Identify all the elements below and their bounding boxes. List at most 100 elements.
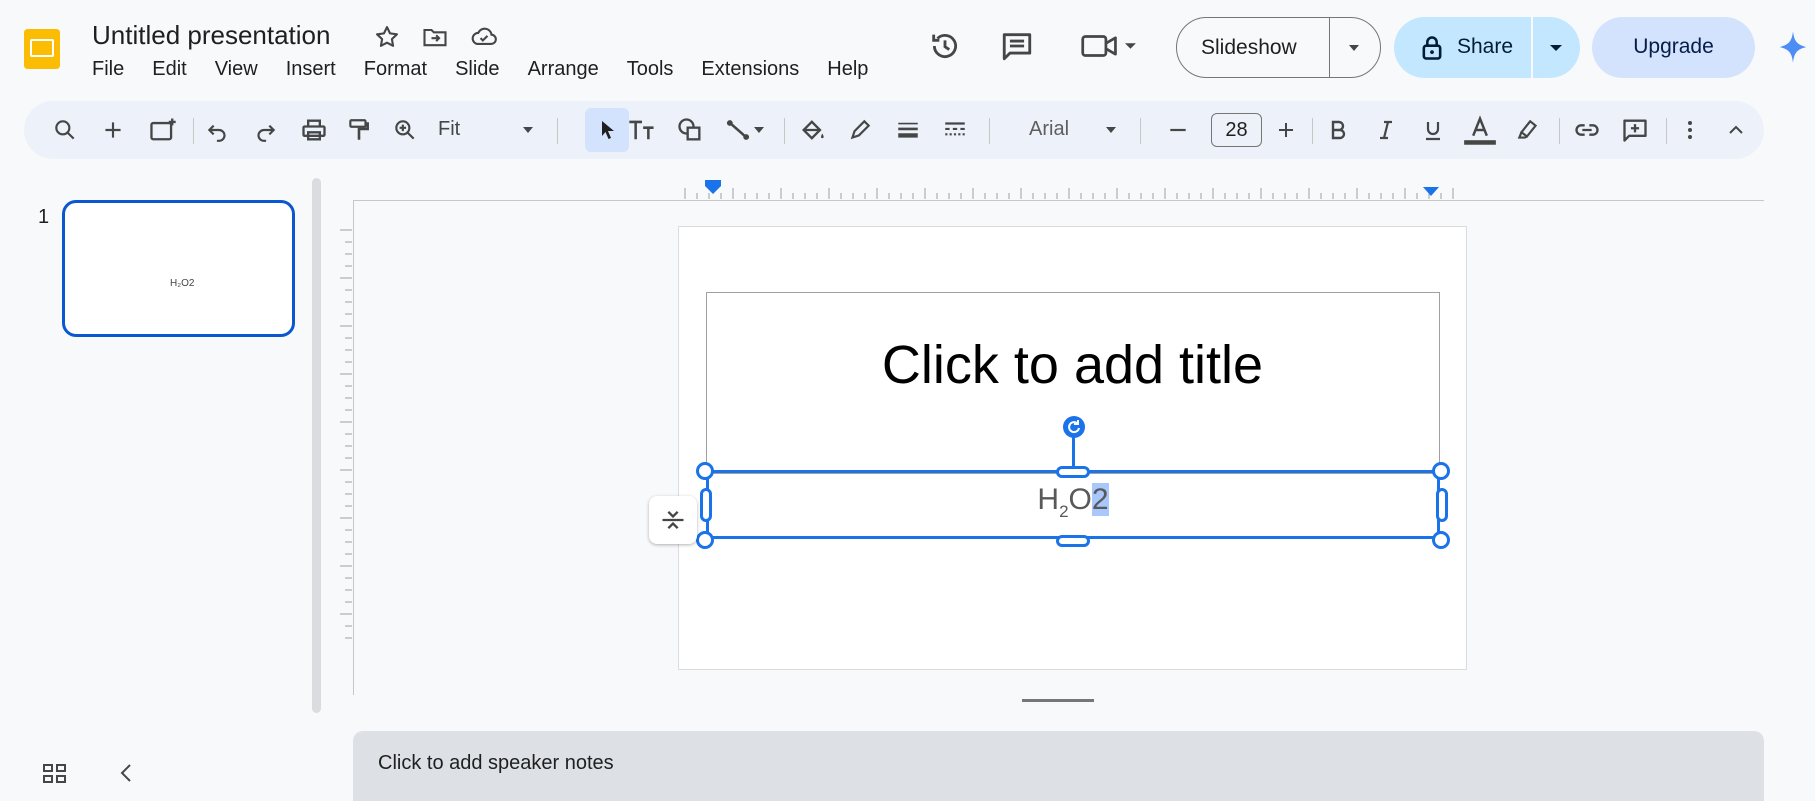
resize-handle-top[interactable] [1056, 466, 1090, 478]
version-history-icon[interactable] [928, 29, 962, 63]
title-placeholder-text[interactable]: Click to add title [679, 334, 1466, 396]
select-tool-button[interactable] [585, 108, 629, 152]
slide-canvas[interactable]: Click to add title H2O2 [678, 226, 1467, 670]
increase-font-size-icon[interactable] [1274, 116, 1298, 144]
zoom-select[interactable]: Fit [438, 118, 460, 141]
cursor-arrow-icon [596, 117, 620, 143]
zoom-icon[interactable] [392, 116, 418, 144]
slideshow-divider [1329, 18, 1330, 77]
menu-slide[interactable]: Slide [441, 56, 513, 83]
grid-view-icon[interactable] [43, 763, 67, 785]
meet-camera-icon[interactable] [1080, 29, 1140, 63]
slide-number: 1 [38, 206, 50, 228]
rotate-stem [1072, 435, 1075, 470]
subtitle-text[interactable]: H2O2 [709, 483, 1437, 522]
highlight-color-icon[interactable] [1515, 116, 1541, 144]
speaker-notes-panel[interactable]: Click to add speaker notes [353, 731, 1764, 801]
menu-view[interactable]: View [201, 56, 272, 83]
bold-icon[interactable] [1326, 116, 1350, 144]
menu-file[interactable]: File [80, 56, 138, 83]
search-menus-icon[interactable] [52, 116, 78, 144]
slideshow-label: Slideshow [1201, 36, 1297, 59]
resize-handle-top-right[interactable] [1432, 462, 1450, 480]
menu-bar: File Edit View Insert Format Slide Arran… [80, 56, 882, 83]
share-button[interactable]: Share [1394, 17, 1580, 78]
line-icon[interactable] [724, 116, 752, 144]
subtitle-subscript: 2 [1059, 502, 1069, 521]
decrease-font-size-icon[interactable] [1167, 116, 1189, 144]
upgrade-label: Upgrade [1633, 35, 1714, 58]
print-icon[interactable] [300, 116, 328, 144]
subtitle-text-box[interactable]: H2O2 [706, 470, 1440, 539]
document-title[interactable]: Untitled presentation [92, 20, 330, 51]
line-dropdown-icon[interactable] [752, 125, 766, 135]
font-dropdown-icon[interactable] [1104, 125, 1118, 135]
main-toolbar: Fit Arial 28 [24, 101, 1764, 159]
resize-handle-top-left[interactable] [696, 462, 714, 480]
menu-insert[interactable]: Insert [272, 56, 350, 83]
zoom-dropdown-icon[interactable] [521, 125, 535, 135]
resize-handle-bottom-right[interactable] [1432, 531, 1450, 549]
border-weight-icon[interactable] [895, 116, 921, 144]
vertical-align-button[interactable] [649, 496, 697, 544]
comments-icon[interactable] [1000, 29, 1034, 63]
subtitle-o: O [1068, 483, 1092, 516]
menu-help[interactable]: Help [813, 56, 882, 83]
shape-icon[interactable] [676, 116, 704, 144]
insert-link-icon[interactable] [1573, 116, 1601, 144]
upgrade-button[interactable]: Upgrade [1592, 17, 1755, 78]
resize-handle-right[interactable] [1436, 488, 1448, 522]
font-family-select[interactable]: Arial [1029, 118, 1069, 141]
fill-color-icon[interactable] [799, 116, 827, 144]
share-label: Share [1457, 35, 1514, 58]
collapse-toolbar-icon[interactable] [1724, 116, 1748, 144]
toolbar-separator [557, 118, 558, 144]
toolbar-separator [193, 118, 194, 144]
move-to-folder-icon[interactable] [421, 23, 449, 51]
app-header: Untitled presentation File Edit View Ins… [0, 0, 1815, 96]
undo-icon[interactable] [205, 116, 231, 144]
slides-logo-icon[interactable] [22, 27, 62, 71]
new-slide-icon[interactable] [100, 116, 126, 144]
menu-arrange[interactable]: Arrange [514, 56, 613, 83]
notes-resize-handle[interactable] [1022, 699, 1094, 702]
rotate-handle[interactable] [1063, 416, 1085, 438]
toolbar-separator [784, 118, 785, 144]
subtitle-h: H [1037, 483, 1060, 516]
italic-icon[interactable] [1374, 116, 1398, 144]
add-comment-icon[interactable] [1621, 116, 1649, 144]
paint-format-icon[interactable] [346, 116, 372, 144]
share-dropdown-icon[interactable] [1548, 42, 1564, 54]
horizontal-ruler [684, 180, 1454, 199]
cloud-saved-icon[interactable] [469, 23, 497, 51]
text-color-icon[interactable] [1463, 113, 1497, 147]
star-icon[interactable] [373, 23, 401, 51]
slideshow-dropdown-icon[interactable] [1347, 42, 1361, 54]
toolbar-separator [1559, 118, 1560, 144]
border-dash-icon[interactable] [942, 116, 968, 144]
gemini-sparkle-icon[interactable] [1778, 30, 1808, 64]
resize-handle-bottom[interactable] [1056, 535, 1090, 547]
new-slide-with-layout-icon[interactable] [148, 116, 178, 144]
resize-handle-bottom-left[interactable] [696, 531, 714, 549]
menu-extensions[interactable]: Extensions [687, 56, 813, 83]
menu-tools[interactable]: Tools [613, 56, 688, 83]
border-color-icon[interactable] [847, 116, 873, 144]
redo-icon[interactable] [252, 116, 278, 144]
toolbar-separator [1312, 118, 1313, 144]
slideshow-button[interactable]: Slideshow [1176, 17, 1381, 78]
underline-icon[interactable] [1421, 116, 1445, 144]
toolbar-separator [1140, 118, 1141, 144]
more-options-icon[interactable] [1678, 116, 1702, 144]
slide-thumbnail[interactable]: H₂O2 [62, 200, 295, 337]
thumbnail-text: H₂O2 [170, 278, 195, 289]
font-size-input[interactable]: 28 [1211, 113, 1262, 147]
menu-edit[interactable]: Edit [138, 56, 200, 83]
speaker-notes-placeholder[interactable]: Click to add speaker notes [378, 752, 614, 775]
filmstrip-scrollbar[interactable] [312, 178, 321, 713]
menu-format[interactable]: Format [350, 56, 441, 83]
resize-handle-left[interactable] [700, 488, 712, 522]
text-box-icon[interactable] [627, 116, 657, 144]
share-divider [1531, 17, 1533, 78]
collapse-filmstrip-icon[interactable] [118, 762, 134, 784]
